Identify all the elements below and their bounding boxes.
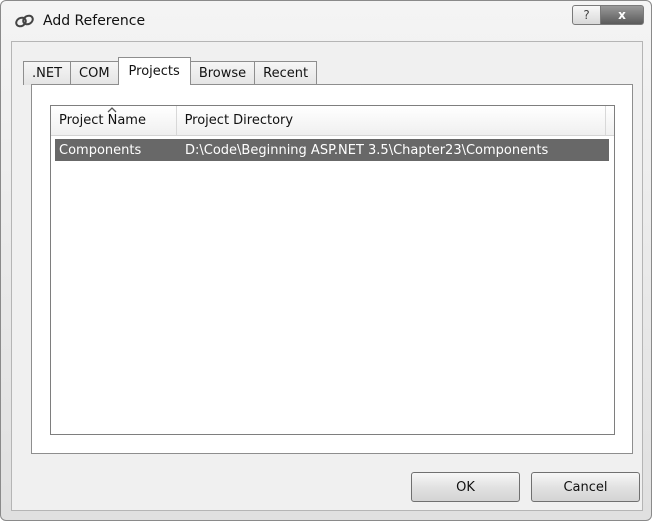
tab-dotnet[interactable]: .NET: [23, 61, 72, 85]
projects-tab-panel: Project Name Project Directory Component…: [31, 84, 633, 454]
column-header-filler: [606, 106, 614, 135]
close-icon: x: [618, 8, 626, 22]
tab-recent[interactable]: Recent: [254, 61, 318, 85]
add-reference-dialog: Add Reference ? x .NET COM Projects Brow…: [0, 0, 652, 521]
sort-ascending-icon: [107, 107, 117, 113]
column-label: Project Name: [59, 113, 146, 128]
tab-strip: .NET COM Projects Browse Recent: [23, 57, 318, 85]
cancel-button[interactable]: Cancel: [531, 472, 640, 502]
project-directory-cell: D:\Code\Beginning ASP.NET 3.5\Chapter23\…: [185, 142, 549, 158]
column-header-project-directory[interactable]: Project Directory: [177, 106, 606, 135]
help-button[interactable]: ?: [572, 5, 601, 25]
tab-projects[interactable]: Projects: [117, 57, 191, 85]
tab-com[interactable]: COM: [70, 61, 119, 85]
help-icon: ?: [583, 8, 590, 22]
list-item[interactable]: Components D:\Code\Beginning ASP.NET 3.5…: [55, 139, 609, 161]
project-name-cell: Components: [59, 142, 142, 158]
list-header: Project Name Project Directory: [51, 106, 614, 136]
dialog-title: Add Reference: [43, 13, 146, 29]
tab-browse[interactable]: Browse: [189, 61, 256, 85]
column-header-project-name[interactable]: Project Name: [51, 106, 177, 135]
project-list[interactable]: Project Name Project Directory Component…: [50, 105, 615, 435]
reference-icon: [15, 14, 34, 28]
ok-button[interactable]: OK: [411, 472, 520, 502]
close-button[interactable]: x: [600, 5, 644, 25]
column-label: Project Directory: [184, 113, 294, 128]
title-bar[interactable]: Add Reference ? x: [1, 1, 651, 41]
